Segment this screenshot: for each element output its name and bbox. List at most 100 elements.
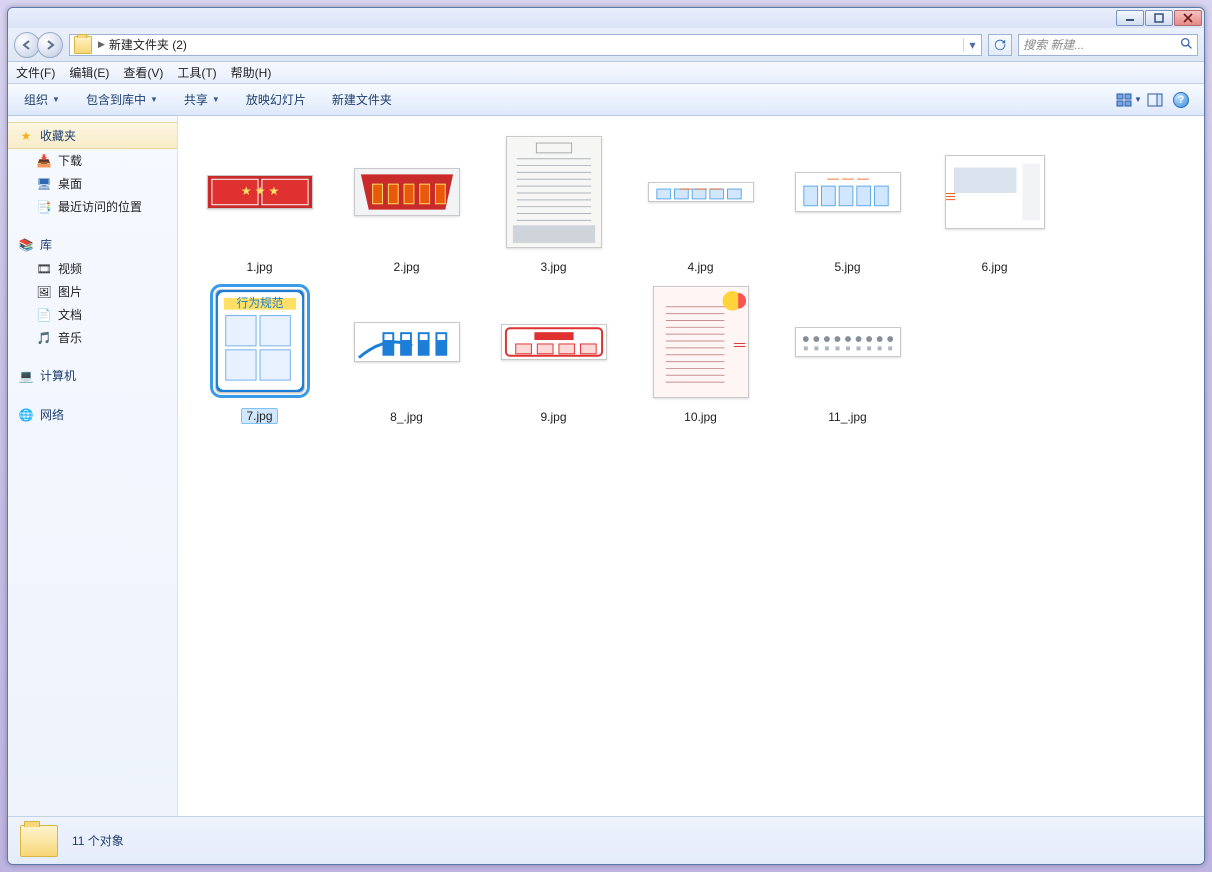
forward-button[interactable] bbox=[37, 32, 63, 58]
file-name: 8_.jpg bbox=[390, 410, 423, 424]
sidebar-documents[interactable]: 📄文档 bbox=[8, 303, 177, 326]
pictures-label: 图片 bbox=[58, 283, 82, 300]
sidebar-network[interactable]: 🌐网络 bbox=[8, 402, 177, 427]
status-count: 11 个对象 bbox=[72, 832, 124, 849]
thumbnail-wrap: — — — bbox=[627, 130, 774, 254]
new-folder-button[interactable]: 新建文件夹 bbox=[326, 89, 398, 110]
body: ★ 收藏夹 📥下载 🖥桌面 📑 最近访问的位置 📚库 🎞 视频 🖼 图片 📄文档 🎵音… bbox=[8, 116, 1204, 816]
sidebar-computer[interactable]: 💻计算机 bbox=[8, 363, 177, 388]
slideshow-button[interactable]: 放映幻灯片 bbox=[240, 89, 312, 110]
close-button[interactable] bbox=[1174, 10, 1202, 26]
thumbnail: — — — bbox=[648, 182, 754, 202]
maximize-button[interactable] bbox=[1145, 10, 1173, 26]
documents-label: 文档 bbox=[58, 306, 82, 323]
change-view-button[interactable]: ▼ bbox=[1116, 89, 1142, 111]
sidebar-video[interactable]: 🎞 视频 bbox=[8, 257, 177, 280]
file-item[interactable]: — — — 5.jpg bbox=[774, 130, 921, 280]
address-path-label: 新建文件夹 (2) bbox=[109, 36, 187, 53]
status-bar: 11 个对象 bbox=[8, 816, 1204, 864]
file-item[interactable]: — — — 4.jpg bbox=[627, 130, 774, 280]
star-icon: ★ bbox=[18, 128, 34, 144]
pictures-icon: 🖼 bbox=[36, 284, 52, 300]
chevron-right-icon: ▶ bbox=[98, 39, 105, 50]
toolbar: 组织▼ 包含到库中▼ 共享 ▼ 放映幻灯片 新建文件夹 ▼ ? bbox=[8, 84, 1204, 116]
address-dropdown-button[interactable]: ▾ bbox=[963, 38, 981, 52]
menu-edit[interactable]: 编辑(E) bbox=[69, 64, 109, 81]
preview-pane-button[interactable] bbox=[1142, 89, 1168, 111]
menu-tools[interactable]: 工具(T) bbox=[177, 64, 216, 81]
search-icon bbox=[1180, 37, 1193, 53]
sidebar-pictures[interactable]: 🖼 图片 bbox=[8, 280, 177, 303]
menu-help[interactable]: 帮助(H) bbox=[231, 64, 272, 81]
file-name: 11_.jpg bbox=[828, 410, 866, 424]
network-icon: 🌐 bbox=[18, 407, 34, 423]
thumbnail bbox=[795, 327, 901, 357]
video-label: 视频 bbox=[58, 260, 82, 277]
recent-label: 最近访问的位置 bbox=[58, 198, 142, 215]
file-item[interactable]: 行为规范 7.jpg bbox=[186, 280, 333, 430]
file-name: 5.jpg bbox=[834, 260, 860, 274]
svg-text:|||: ||| bbox=[946, 192, 956, 201]
address-bar[interactable]: ▶ 新建文件夹 (2) ▾ bbox=[69, 34, 982, 56]
thumbnail-wrap bbox=[774, 280, 921, 404]
file-item[interactable]: 2.jpg bbox=[333, 130, 480, 280]
sidebar-favorites-header[interactable]: ★ 收藏夹 bbox=[8, 122, 177, 149]
thumbnail bbox=[354, 168, 460, 216]
file-name: 2.jpg bbox=[393, 260, 419, 274]
thumbnail: — — — bbox=[795, 172, 901, 212]
thumbnail: 行为规范 bbox=[215, 289, 305, 393]
file-item[interactable]: ★ ★ ★ 1.jpg bbox=[186, 130, 333, 280]
file-name: 6.jpg bbox=[981, 260, 1007, 274]
refresh-button[interactable] bbox=[988, 34, 1012, 56]
sidebar-music[interactable]: 🎵音乐 bbox=[8, 326, 177, 349]
organize-button[interactable]: 组织▼ bbox=[18, 89, 66, 110]
recent-icon: 📑 bbox=[36, 199, 52, 215]
file-item[interactable]: ||| 6.jpg bbox=[921, 130, 1068, 280]
search-input[interactable]: 搜索 新建... bbox=[1018, 34, 1198, 56]
menu-file[interactable]: 文件(F) bbox=[16, 64, 55, 81]
include-in-library-button[interactable]: 包含到库中▼ bbox=[80, 89, 164, 110]
sidebar-downloads[interactable]: 📥下载 bbox=[8, 149, 177, 172]
favorites-label: 收藏夹 bbox=[40, 127, 76, 144]
file-item[interactable]: 11_.jpg bbox=[774, 280, 921, 430]
downloads-icon: 📥 bbox=[36, 153, 52, 169]
menubar: 文件(F) 编辑(E) 查看(V) 工具(T) 帮助(H) bbox=[8, 62, 1204, 84]
help-button[interactable]: ? bbox=[1168, 89, 1194, 111]
minimize-button[interactable] bbox=[1116, 10, 1144, 26]
thumbnail-wrap: 行为规范 bbox=[186, 280, 333, 402]
thumbnail-wrap: ★ ★ ★ bbox=[186, 130, 333, 254]
file-item[interactable]: 8_.jpg bbox=[333, 280, 480, 430]
file-grid: ★ ★ ★ 1.jpg 2.jpg 3.jpg — — — 4.jpg — — … bbox=[186, 130, 1196, 430]
titlebar bbox=[8, 8, 1204, 28]
file-item[interactable]: || 10.jpg bbox=[627, 280, 774, 430]
svg-text:★ ★ ★: ★ ★ ★ bbox=[240, 185, 278, 198]
chevron-down-icon: ▼ bbox=[212, 95, 220, 104]
share-button[interactable]: 共享 ▼ bbox=[178, 89, 226, 110]
thumbnail-wrap bbox=[333, 130, 480, 254]
search-placeholder: 搜索 新建... bbox=[1023, 36, 1084, 53]
library-icon: 📚 bbox=[18, 237, 34, 253]
include-label: 包含到库中 bbox=[86, 91, 146, 108]
new-folder-label: 新建文件夹 bbox=[332, 91, 392, 108]
sidebar-recent[interactable]: 📑 最近访问的位置 bbox=[8, 195, 177, 218]
sidebar-desktop[interactable]: 🖥桌面 bbox=[8, 172, 177, 195]
file-view[interactable]: ★ ★ ★ 1.jpg 2.jpg 3.jpg — — — 4.jpg — — … bbox=[178, 116, 1204, 816]
file-item[interactable]: 9.jpg bbox=[480, 280, 627, 430]
explorer-window: ▶ 新建文件夹 (2) ▾ 搜索 新建... 文件(F) 编辑(E) 查看(V)… bbox=[7, 7, 1205, 865]
video-icon: 🎞 bbox=[36, 261, 52, 277]
thumbnail: ||| bbox=[945, 155, 1045, 229]
share-label: 共享 bbox=[184, 91, 208, 108]
navigation-pane: ★ 收藏夹 📥下载 🖥桌面 📑 最近访问的位置 📚库 🎞 视频 🖼 图片 📄文档 🎵音… bbox=[8, 116, 178, 816]
thumbnail-wrap: || bbox=[627, 280, 774, 404]
menu-view[interactable]: 查看(V) bbox=[123, 64, 163, 81]
file-name: 10.jpg bbox=[684, 410, 717, 424]
desktop-icon: 🖥 bbox=[36, 176, 52, 192]
sidebar-libraries-header[interactable]: 📚库 bbox=[8, 232, 177, 257]
help-icon: ? bbox=[1173, 92, 1189, 108]
svg-text:— — —: — — — bbox=[827, 172, 869, 185]
file-name: 7.jpg bbox=[241, 408, 277, 424]
svg-text:||: || bbox=[733, 342, 746, 348]
file-name: 3.jpg bbox=[540, 260, 566, 274]
file-item[interactable]: 3.jpg bbox=[480, 130, 627, 280]
thumbnail bbox=[501, 324, 607, 360]
